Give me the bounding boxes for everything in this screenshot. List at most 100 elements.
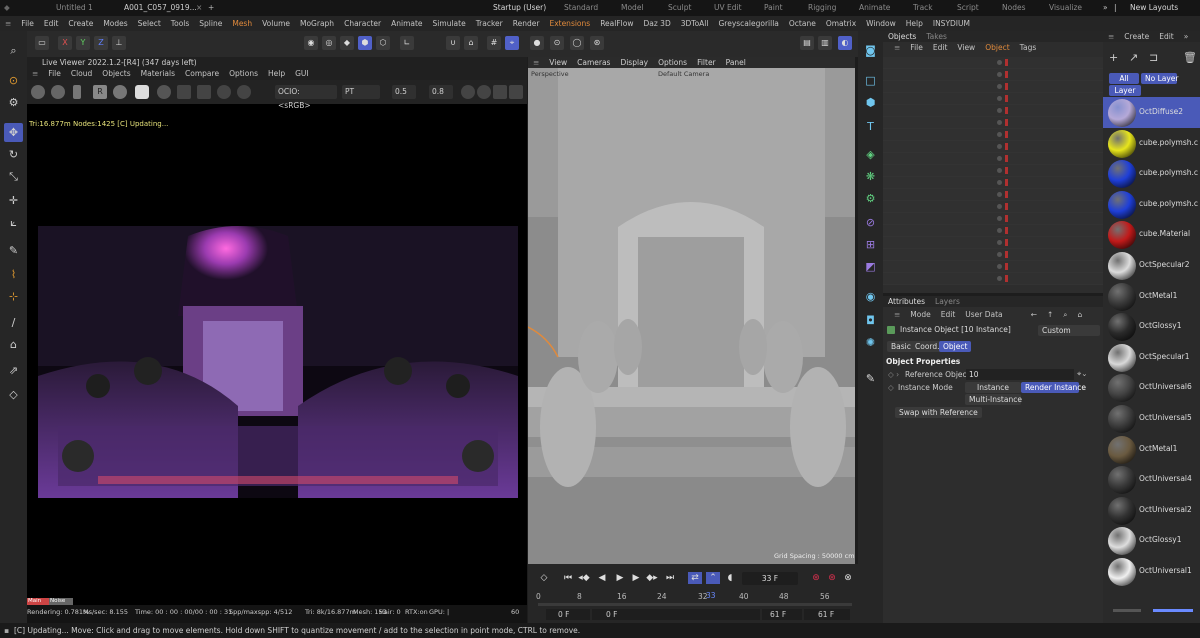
layout-startup[interactable]: Startup (User) <box>493 0 546 16</box>
lv-main-badge[interactable]: Main <box>27 598 49 605</box>
mat-more-icon[interactable]: » <box>1179 31 1194 42</box>
menu-greyscalegorilla[interactable]: Greyscalegorilla <box>713 16 783 31</box>
visibility-dot-icon[interactable] <box>997 216 1002 221</box>
layout-script[interactable]: Script <box>957 0 979 16</box>
ref-expand-icon[interactable]: ◇ › <box>888 370 899 379</box>
obj-menu-view[interactable]: View <box>952 42 980 54</box>
link-material-icon[interactable]: ⊐ <box>1149 51 1158 64</box>
ref-picker-icon[interactable]: ⌖⌄ <box>1077 369 1088 379</box>
render-dot-icon[interactable] <box>1005 251 1008 258</box>
vp-menu-panel[interactable]: Panel <box>721 57 751 68</box>
editor-viewport[interactable] <box>528 57 855 564</box>
visibility-dot-icon[interactable] <box>997 132 1002 137</box>
paint-tool-icon[interactable]: ⌂ <box>4 335 23 354</box>
tl-next-key-icon[interactable]: ◆▸ <box>646 572 658 584</box>
timeline-ruler[interactable]: 0 8 16 24 32 40 48 56 33 <box>536 591 852 602</box>
menu-extensions[interactable]: Extensions <box>544 16 595 31</box>
playhead-label[interactable]: 33 <box>706 591 716 600</box>
object-row[interactable] <box>883 57 1103 69</box>
text-object-icon[interactable]: T <box>861 117 880 136</box>
render-dot-icon[interactable] <box>1005 275 1008 282</box>
menu-daz3d[interactable]: Daz 3D <box>638 16 675 31</box>
object-row[interactable] <box>883 69 1103 81</box>
object-row[interactable] <box>883 249 1103 261</box>
menu-modes[interactable]: Modes <box>98 16 132 31</box>
layout-track[interactable]: Track <box>913 0 933 16</box>
material-item[interactable]: OctSpecular2 <box>1103 250 1200 281</box>
scale-tool-icon[interactable]: ⤡ <box>4 167 23 186</box>
lv-value-2[interactable]: 0.8 <box>429 85 453 99</box>
visibility-dot-icon[interactable] <box>997 252 1002 257</box>
obj-menu-edit[interactable]: Edit <box>928 42 953 54</box>
object-row[interactable] <box>883 177 1103 189</box>
vp-menu-view[interactable]: View <box>544 57 572 68</box>
lv-material-icon[interactable] <box>157 85 171 99</box>
lv-hex-icon[interactable] <box>461 85 475 99</box>
mesh-mode-icon[interactable]: ◎ <box>322 36 336 50</box>
lv-pick-icon[interactable] <box>197 85 211 99</box>
apply-material-icon[interactable]: ↗ <box>1129 51 1138 64</box>
render-dot-icon[interactable] <box>1005 119 1008 126</box>
object-row[interactable] <box>883 273 1103 285</box>
light-icon[interactable]: ✺ <box>861 333 880 352</box>
material-item[interactable]: OctUniversal2 <box>1103 495 1200 526</box>
move-tool-icon[interactable]: ✥ <box>4 123 23 142</box>
tl-next-frame-icon[interactable]: ▶ <box>630 572 642 584</box>
visibility-dot-icon[interactable] <box>997 96 1002 101</box>
vp-menu-display[interactable]: Display <box>615 57 653 68</box>
axis-z-button[interactable]: Z <box>94 36 108 50</box>
new-tab-icon[interactable]: + <box>208 0 214 16</box>
mode-option-multi-instance[interactable]: Multi-Instance <box>965 394 1022 405</box>
deformer-icon[interactable]: ⚙ <box>861 189 880 208</box>
mat-menu-edit[interactable]: Edit <box>1154 31 1179 42</box>
snap-tool-icon[interactable]: ⊹ <box>4 287 23 306</box>
render-settings-icon[interactable]: ◐ <box>838 36 852 50</box>
object-list[interactable] <box>883 57 1103 293</box>
search-small-icon[interactable]: ⌕ <box>1058 309 1072 320</box>
layout-animate[interactable]: Animate <box>859 0 890 16</box>
lv-menu-help[interactable]: Help <box>263 68 290 80</box>
live-selection-icon[interactable]: ⊙ <box>4 71 23 90</box>
menu-edit[interactable]: Edit <box>39 16 64 31</box>
polygons-mode-icon[interactable]: ⬢ <box>358 36 372 50</box>
record-icon[interactable]: ● <box>530 36 544 50</box>
object-row[interactable] <box>883 189 1103 201</box>
edit-tool-icon[interactable]: ✎ <box>861 369 880 388</box>
visibility-dot-icon[interactable] <box>997 180 1002 185</box>
menu-create[interactable]: Create <box>63 16 98 31</box>
object-row[interactable] <box>883 165 1103 177</box>
material-item[interactable]: OctSpecular1 <box>1103 342 1200 373</box>
environment-icon[interactable]: ◉ <box>861 287 880 306</box>
material-item[interactable]: OctDiffuse2 <box>1103 97 1200 128</box>
model-mode-icon[interactable]: ◉ <box>304 36 318 50</box>
visibility-dot-icon[interactable] <box>997 168 1002 173</box>
tl-range-icon[interactable]: ⌃ <box>706 572 720 584</box>
menu-animate[interactable]: Animate <box>386 16 427 31</box>
camera-object-icon[interactable]: ◘ <box>861 311 880 330</box>
mode-option-instance[interactable]: Instance <box>965 382 1021 393</box>
obj-menu-file[interactable]: File <box>905 42 928 54</box>
rotate-tool-icon[interactable]: ↻ <box>4 145 23 164</box>
lv-menu-gui[interactable]: GUI <box>290 68 314 80</box>
filter-all[interactable]: All <box>1109 73 1139 84</box>
tl-prev-key-icon[interactable]: ◂◆ <box>578 572 590 584</box>
layout-new-layouts[interactable]: New Layouts <box>1130 0 1178 16</box>
visibility-dot-icon[interactable] <box>997 144 1002 149</box>
layout-visualize[interactable]: Visualize <box>1049 0 1082 16</box>
lock-icon[interactable]: ⌂ <box>464 36 478 50</box>
object-row[interactable] <box>883 129 1103 141</box>
lv-restart-icon[interactable] <box>51 85 65 99</box>
menu-mograph[interactable]: MoGraph <box>295 16 339 31</box>
render-dot-icon[interactable] <box>1005 95 1008 102</box>
visibility-dot-icon[interactable] <box>997 60 1002 65</box>
render-dot-icon[interactable] <box>1005 71 1008 78</box>
visibility-dot-icon[interactable] <box>997 120 1002 125</box>
swap-with-reference-button[interactable]: Swap with Reference <box>895 407 982 418</box>
render-view-icon[interactable]: ▤ <box>800 36 814 50</box>
render-dot-icon[interactable] <box>1005 131 1008 138</box>
obj-menu-object[interactable]: Object <box>980 42 1014 54</box>
magnet-icon[interactable]: ∪ <box>446 36 460 50</box>
layout-paint[interactable]: Paint <box>764 0 783 16</box>
material-item[interactable]: cube.polymsh.c <box>1103 189 1200 220</box>
axis-mode-icon[interactable]: ∟ <box>400 36 414 50</box>
